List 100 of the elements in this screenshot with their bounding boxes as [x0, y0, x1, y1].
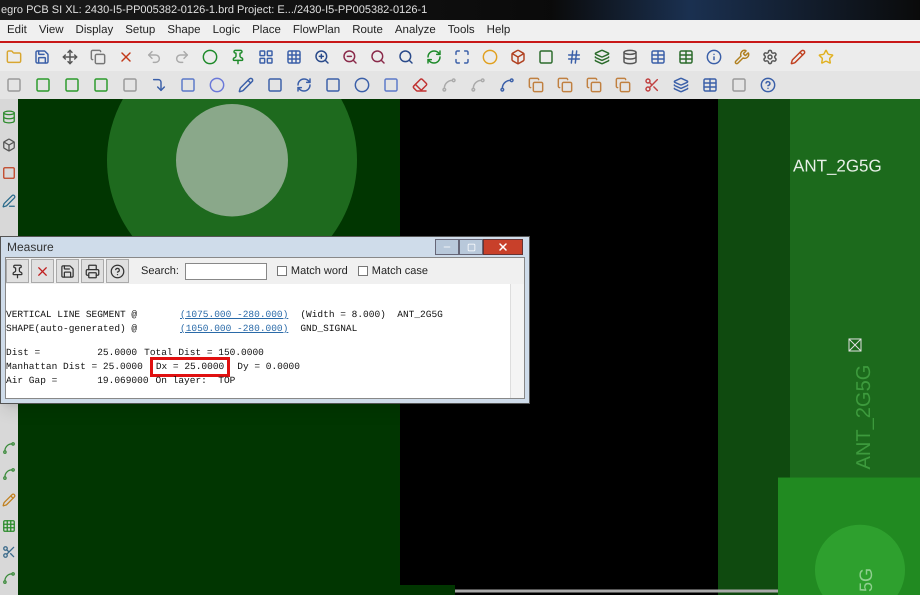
settings-icon — [762, 49, 778, 65]
record-detail: GND_SIGNAL — [300, 322, 358, 336]
checkbox[interactable] — [358, 266, 368, 276]
search-label: Search: — [141, 264, 179, 279]
folder-icon — [6, 49, 22, 65]
menu-item[interactable]: View — [38, 22, 64, 40]
report-value: Dx = 25.0000 — [150, 357, 230, 377]
grid-icon — [258, 49, 274, 65]
coordinate-link[interactable]: (1075.000 -280.000) — [180, 308, 288, 322]
window-title: egro PCB SI XL: 2430-I5-PP005382-0126-1.brd Project: E.../2430-I5-PP005382-0126-1 — [1, 2, 428, 18]
menu-item[interactable]: Logic — [212, 22, 240, 40]
toolbar-button[interactable] — [31, 259, 54, 283]
menu-item[interactable]: Help — [486, 22, 510, 40]
close-button[interactable] — [483, 239, 523, 255]
toolbar-button[interactable] — [106, 259, 129, 283]
checkbox-label: Match case — [372, 264, 428, 279]
move-icon — [62, 49, 78, 65]
layers-icon — [673, 77, 689, 93]
maximize-icon — [466, 242, 476, 252]
copy-icon — [90, 49, 106, 65]
refresh-icon — [426, 49, 442, 65]
report-value: Dist = 25.0000 — [6, 346, 138, 360]
close-icon — [497, 241, 509, 253]
star-icon — [818, 49, 834, 65]
help-icon — [110, 264, 125, 278]
menu-item[interactable]: Display — [76, 22, 114, 40]
help-icon — [760, 77, 776, 93]
layers-icon — [594, 49, 610, 65]
square-icon — [122, 77, 138, 93]
printer-icon — [85, 264, 100, 278]
rectangle-icon — [180, 77, 196, 93]
pen-icon — [2, 194, 16, 208]
route-icon — [2, 571, 16, 585]
database-icon — [2, 110, 16, 124]
cross-box-icon — [848, 338, 862, 352]
menu-item[interactable]: Shape — [167, 22, 201, 40]
cube-icon — [510, 49, 526, 65]
eraser-icon — [412, 77, 428, 93]
dot-icon — [202, 49, 218, 65]
report-value: Total Dist = 150.0000 — [144, 346, 264, 360]
zoom-in-icon — [314, 49, 330, 65]
square-icon — [325, 77, 341, 93]
redo-icon — [174, 49, 190, 65]
report-value: On layer: TOP — [156, 374, 236, 388]
route-icon — [499, 77, 515, 93]
copy-icon — [615, 77, 631, 93]
checkbox-label: Match word — [290, 264, 348, 279]
circle-icon — [209, 77, 225, 93]
dialog-title: Measure — [7, 239, 54, 256]
ring-icon — [354, 77, 370, 93]
info-icon — [706, 49, 722, 65]
net-label: ANT_2G5G — [793, 156, 882, 176]
grid-icon — [2, 519, 16, 533]
maximize-button[interactable] — [459, 239, 483, 255]
square-icon — [93, 77, 109, 93]
report-value: Dy = 0.0000 — [237, 360, 300, 374]
menu-item[interactable]: Setup — [125, 22, 156, 40]
record-label: VERTICAL LINE SEGMENT @ — [6, 308, 138, 322]
pencil-icon — [2, 493, 16, 507]
wrench-icon — [734, 49, 750, 65]
table-icon — [650, 49, 666, 65]
zoom-out-icon — [342, 49, 358, 65]
database-icon — [622, 49, 638, 65]
menu-item[interactable]: Edit — [7, 22, 27, 40]
coordinate-link[interactable]: (1050.000 -280.000) — [180, 322, 288, 336]
pencil-icon — [790, 49, 806, 65]
route-icon — [2, 441, 16, 455]
square-icon — [383, 77, 399, 93]
route-icon — [2, 467, 16, 481]
pin-icon — [10, 264, 25, 278]
square-icon — [64, 77, 80, 93]
square-icon — [6, 77, 22, 93]
menu-item[interactable]: Route — [352, 22, 383, 40]
scissors-icon — [644, 77, 660, 93]
copy-icon — [528, 77, 544, 93]
hash-icon — [566, 49, 582, 65]
toolbar-button[interactable] — [56, 259, 79, 283]
scissors-icon — [2, 545, 16, 559]
record-label: SHAPE(auto-generated) @ — [6, 322, 138, 336]
toolbar-button[interactable] — [81, 259, 104, 283]
square-icon — [731, 77, 747, 93]
report-value: Manhattan Dist = 25.0000 — [6, 360, 143, 374]
checkbox[interactable] — [276, 266, 287, 276]
net-label: 5G — [856, 568, 876, 592]
table-icon — [678, 49, 694, 65]
search-icon — [370, 49, 386, 65]
copy-icon — [586, 77, 602, 93]
circle-icon — [482, 49, 498, 65]
search-field[interactable] — [184, 262, 267, 280]
save-icon — [60, 264, 75, 278]
menu-item[interactable]: FlowPlan — [292, 22, 340, 40]
save-icon — [34, 49, 50, 65]
report-value: Air Gap = 19.069000 — [6, 374, 149, 388]
menu-item[interactable]: Analyze — [394, 22, 436, 40]
menu-item[interactable]: Place — [252, 22, 281, 40]
toolbar-button[interactable] — [6, 259, 29, 283]
pin-icon — [230, 49, 246, 65]
grid-icon — [286, 49, 302, 65]
menu-item[interactable]: Tools — [448, 22, 475, 40]
minimize-button[interactable] — [435, 239, 459, 255]
